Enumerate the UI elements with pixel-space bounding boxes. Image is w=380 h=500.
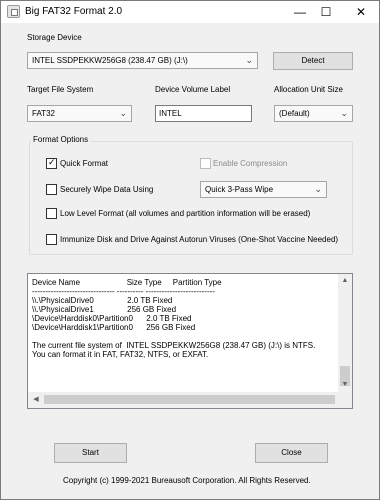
device-info-line: Device Name Size Type Partition Type	[32, 278, 222, 287]
target-fs-label: Target File System	[27, 85, 94, 94]
chevron-down-icon: ⌄	[245, 55, 253, 65]
close-window-button[interactable]: ✕	[346, 1, 376, 23]
start-button[interactable]: Start	[54, 443, 127, 463]
device-info-line: \\.\PhysicalDrive1 256 GB Fixed	[32, 305, 177, 314]
alloc-unit-value: (Default)	[279, 109, 310, 118]
vertical-scrollbar[interactable]: ▲ ▼	[338, 274, 352, 392]
secure-wipe-label: Securely Wipe Data Using	[60, 185, 154, 194]
quick-format-label: Quick Format	[60, 159, 109, 168]
device-info-line: \Device\Harddisk1\Partition0 256 GB Fixe…	[32, 323, 196, 332]
target-fs-value: FAT32	[32, 109, 55, 118]
storage-device-select[interactable]: INTEL SSDPEKKW256G8 (238.47 GB) (J:\) ⌄	[27, 52, 258, 69]
device-info-line	[32, 332, 338, 341]
scroll-left-icon[interactable]: ◀	[28, 392, 44, 408]
window-title: Big FAT32 Format 2.0	[25, 6, 123, 17]
device-info-line: \Device\Harddisk0\Partition0 2.0 TB Fixe…	[32, 314, 192, 323]
format-options-title: Format Options	[31, 135, 91, 144]
device-info-text: Device Name Size Type Partition Type ---…	[32, 278, 338, 390]
alloc-unit-select[interactable]: (Default) ⌄	[274, 105, 353, 122]
scrollbar-corner	[338, 392, 352, 408]
device-info-line: You can format it in FAT, FAT32, NTFS, o…	[32, 350, 209, 359]
app-drive-icon	[7, 5, 20, 18]
volume-label-input[interactable]: INTEL	[155, 105, 252, 122]
wipe-method-value: Quick 3-Pass Wipe	[205, 185, 274, 194]
volume-label-label: Device Volume Label	[155, 85, 231, 94]
chevron-down-icon: ⌄	[340, 108, 348, 118]
low-level-format-label: Low Level Format (all volumes and partit…	[60, 209, 311, 218]
target-fs-select[interactable]: FAT32 ⌄	[27, 105, 132, 122]
immunize-label: Immunize Disk and Drive Against Autorun …	[60, 235, 339, 244]
low-level-format-checkbox[interactable]	[46, 208, 57, 219]
close-button[interactable]: Close	[255, 443, 328, 463]
copyright-text: Copyright (c) 1999-2021 Bureausoft Corpo…	[63, 476, 311, 485]
scroll-up-icon[interactable]: ▲	[338, 274, 352, 288]
scroll-down-icon[interactable]: ▼	[338, 378, 352, 392]
quick-format-checkbox[interactable]	[46, 157, 57, 169]
horizontal-scrollbar[interactable]: ◀ ▶	[28, 392, 352, 408]
device-info-line: \\.\PhysicalDrive0 2.0 TB Fixed	[32, 296, 173, 305]
device-info-line: ------------------------------- --------…	[32, 287, 215, 296]
storage-device-label: Storage Device	[27, 33, 82, 42]
chevron-down-icon: ⌄	[119, 108, 127, 118]
detect-button[interactable]: Detect	[273, 52, 353, 70]
app-window: Big FAT32 Format 2.0 — ☐ ✕ Storage Devic…	[0, 0, 380, 500]
chevron-down-icon: ⌄	[314, 184, 322, 194]
enable-compression-label: Enable Compression	[213, 159, 288, 168]
device-info-textbox[interactable]: Device Name Size Type Partition Type ---…	[27, 273, 353, 409]
device-info-line: The current file system of INTEL SSDPEKK…	[32, 341, 316, 350]
storage-device-value: INTEL SSDPEKKW256G8 (238.47 GB) (J:\)	[32, 56, 188, 65]
horizontal-scroll-thumb[interactable]	[44, 395, 335, 404]
alloc-unit-label: Allocation Unit Size	[274, 85, 343, 94]
immunize-checkbox[interactable]	[46, 234, 57, 245]
enable-compression-checkbox[interactable]	[200, 158, 211, 169]
secure-wipe-checkbox[interactable]	[46, 184, 57, 195]
maximize-button[interactable]: ☐	[311, 1, 341, 23]
title-bar[interactable]: Big FAT32 Format 2.0 — ☐ ✕	[1, 1, 379, 23]
wipe-method-select[interactable]: Quick 3-Pass Wipe ⌄	[200, 181, 327, 198]
volume-label-value: INTEL	[159, 109, 182, 118]
